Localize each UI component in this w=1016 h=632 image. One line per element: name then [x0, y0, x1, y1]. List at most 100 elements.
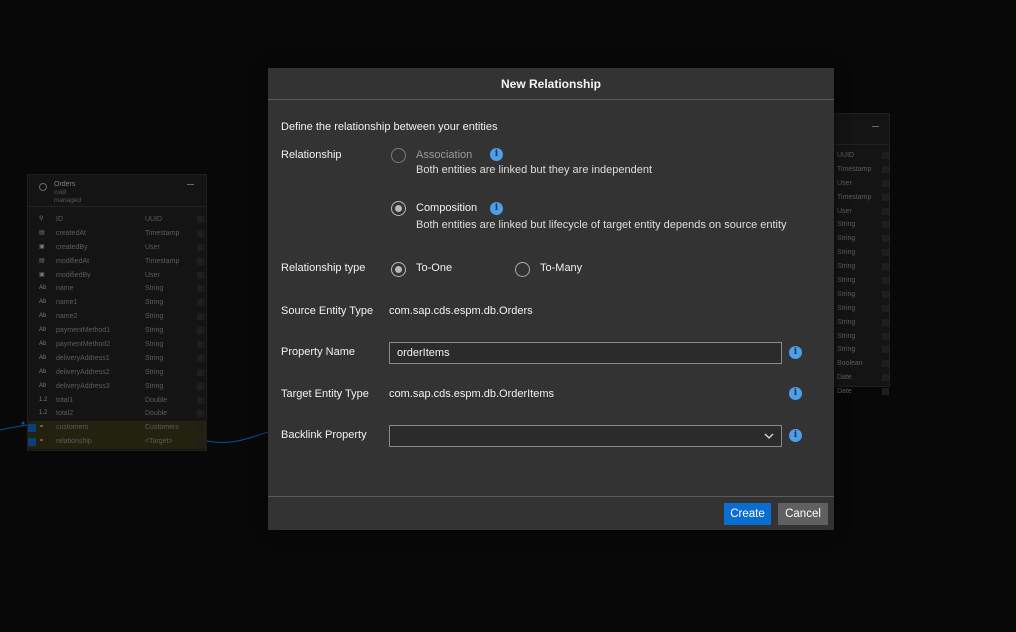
- entity-property-row[interactable]: Ab deliveryAddress2 String: [28, 366, 206, 380]
- composition-info-icon[interactable]: i: [490, 202, 503, 215]
- entity-property-row[interactable]: Ab deliveryAddress1 String: [28, 352, 206, 366]
- row-handle[interactable]: [882, 249, 889, 257]
- entity-property-row[interactable]: String: [834, 218, 889, 232]
- row-handle[interactable]: [197, 327, 204, 335]
- row-handle[interactable]: [882, 318, 889, 326]
- row-handle[interactable]: [882, 263, 889, 271]
- orders-entity-header[interactable]: Orders cuid managed: [28, 175, 206, 207]
- row-handle[interactable]: [197, 299, 204, 307]
- entity-property-row[interactable]: ▣ modifiedBy User: [28, 269, 206, 283]
- entity-property-row[interactable]: String: [834, 260, 889, 274]
- entity-property-row[interactable]: String: [834, 316, 889, 330]
- row-handle[interactable]: [197, 216, 204, 223]
- entity-property-row[interactable]: Ab name String: [28, 282, 206, 296]
- property-name-input[interactable]: orderItems: [389, 342, 782, 364]
- row-handle[interactable]: [882, 277, 889, 285]
- backlink-property-select[interactable]: [389, 425, 782, 447]
- entity-property-row[interactable]: ⚭ customers Customers: [28, 421, 206, 436]
- row-handle[interactable]: [197, 424, 204, 432]
- collapse-icon[interactable]: [872, 126, 879, 127]
- cancel-button[interactable]: Cancel: [778, 503, 828, 525]
- entity-property-row[interactable]: Ab paymentMethod2 String: [28, 338, 206, 352]
- property-type: String: [837, 304, 856, 312]
- association-info-icon[interactable]: i: [490, 148, 503, 161]
- composition-radio[interactable]: [391, 201, 406, 216]
- to-one-option-label[interactable]: To-One: [416, 262, 452, 274]
- row-handle[interactable]: [197, 438, 204, 446]
- entity-property-row[interactable]: String: [834, 330, 889, 344]
- to-one-radio[interactable]: [391, 262, 406, 277]
- property-name: ID: [56, 216, 63, 223]
- to-many-option-label[interactable]: To-Many: [540, 262, 582, 274]
- row-handle[interactable]: [882, 332, 889, 340]
- row-handle[interactable]: [882, 152, 889, 159]
- collapse-icon[interactable]: [187, 184, 194, 185]
- entity-property-row[interactable]: UUID: [834, 149, 889, 163]
- row-handle[interactable]: [197, 382, 204, 390]
- create-button[interactable]: Create: [724, 503, 771, 525]
- row-handle[interactable]: [197, 229, 204, 237]
- entity-property-row[interactable]: Boolean: [834, 357, 889, 371]
- order-items-entity-card[interactable]: UUID Timestamp User Timestamp User String Stri…: [833, 113, 890, 396]
- row-handle[interactable]: [882, 179, 889, 187]
- row-handle[interactable]: [197, 243, 204, 251]
- association-option-label[interactable]: Association: [416, 149, 472, 161]
- property-type: <Target>: [145, 438, 173, 446]
- entity-property-row[interactable]: ▤ createdAt Timestamp: [28, 227, 206, 241]
- string-icon: Ab: [39, 327, 47, 334]
- row-handle[interactable]: [882, 360, 889, 368]
- property-type: Timestamp: [837, 165, 872, 173]
- entity-property-row[interactable]: Date: [834, 385, 889, 399]
- chevron-down-icon[interactable]: [763, 430, 775, 442]
- entity-property-row[interactable]: ⚭ relationship <Target>: [28, 435, 206, 450]
- row-handle[interactable]: [882, 165, 889, 173]
- row-handle[interactable]: [197, 271, 204, 279]
- row-handle[interactable]: [197, 354, 204, 362]
- entity-property-row[interactable]: String: [834, 232, 889, 246]
- row-handle[interactable]: [882, 207, 889, 215]
- entity-property-row[interactable]: User: [834, 205, 889, 219]
- entity-property-row[interactable]: String: [834, 343, 889, 357]
- entity-property-row[interactable]: String: [834, 288, 889, 302]
- entity-property-row[interactable]: String: [834, 274, 889, 288]
- entity-property-row[interactable]: ▣ createdBy User: [28, 241, 206, 255]
- target-entity-type-info-icon[interactable]: i: [789, 387, 802, 400]
- row-handle[interactable]: [882, 374, 889, 382]
- entity-property-row[interactable]: ▤ modifiedAt Timestamp: [28, 255, 206, 269]
- property-name-info-icon[interactable]: i: [789, 346, 802, 359]
- property-type: User: [145, 243, 160, 251]
- row-handle[interactable]: [197, 410, 204, 418]
- backlink-property-info-icon[interactable]: i: [789, 429, 802, 442]
- row-handle[interactable]: [197, 368, 204, 376]
- row-handle[interactable]: [197, 396, 204, 404]
- entity-property-row[interactable]: Ab name1 String: [28, 296, 206, 310]
- order-items-entity-header[interactable]: [834, 114, 889, 145]
- orders-entity-card[interactable]: Orders cuid managed ⚲ ID UUID ▤ createdAt Tim…: [27, 174, 207, 451]
- row-handle[interactable]: [882, 193, 889, 201]
- entity-property-row[interactable]: ⚲ ID UUID: [28, 213, 206, 227]
- entity-property-row[interactable]: Ab deliveryAddress3 String: [28, 380, 206, 394]
- entity-property-row[interactable]: Ab paymentMethod1 String: [28, 324, 206, 338]
- entity-property-row[interactable]: Timestamp: [834, 191, 889, 205]
- entity-property-row[interactable]: String: [834, 302, 889, 316]
- association-radio[interactable]: [391, 148, 406, 163]
- entity-property-row[interactable]: String: [834, 246, 889, 260]
- row-handle[interactable]: [882, 346, 889, 354]
- row-handle[interactable]: [882, 304, 889, 312]
- entity-property-row[interactable]: User: [834, 177, 889, 191]
- row-handle[interactable]: [882, 235, 889, 243]
- to-many-radio[interactable]: [515, 262, 530, 277]
- row-handle[interactable]: [197, 341, 204, 349]
- row-handle[interactable]: [882, 221, 889, 229]
- entity-property-row[interactable]: Ab name2 String: [28, 310, 206, 324]
- row-handle[interactable]: [197, 285, 204, 293]
- row-handle[interactable]: [882, 290, 889, 298]
- row-handle[interactable]: [197, 257, 204, 265]
- entity-property-row[interactable]: Timestamp: [834, 163, 889, 177]
- row-handle[interactable]: [882, 388, 889, 396]
- row-handle[interactable]: [197, 313, 204, 321]
- entity-property-row[interactable]: 1.2 total1 Double: [28, 394, 206, 408]
- composition-option-label[interactable]: Composition: [416, 202, 477, 214]
- entity-property-row[interactable]: Date: [834, 371, 889, 385]
- entity-property-row[interactable]: 1.2 total2 Double: [28, 407, 206, 421]
